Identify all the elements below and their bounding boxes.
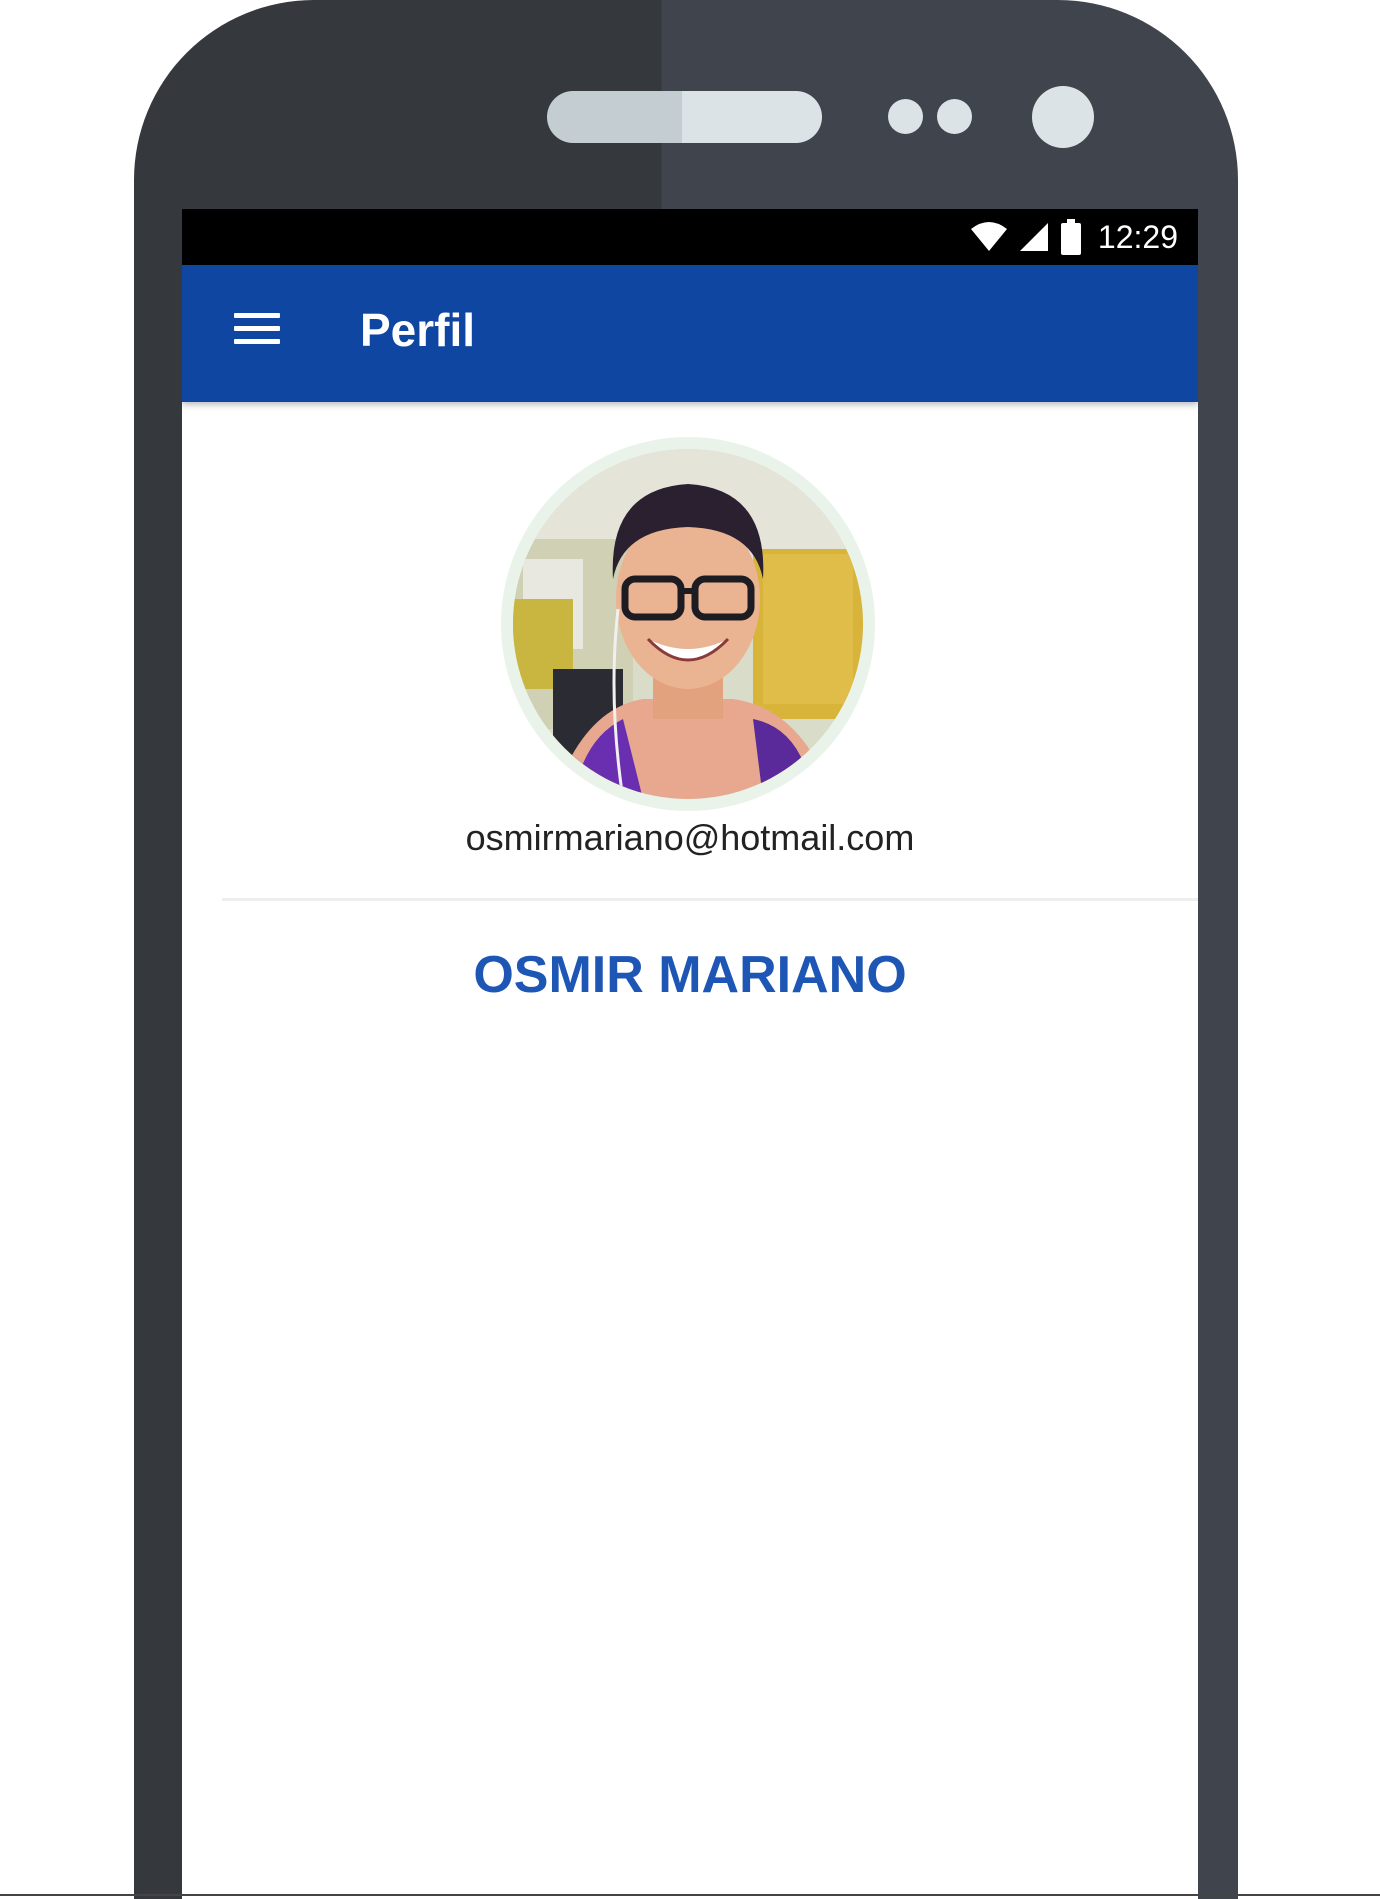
wifi-icon: [970, 222, 1007, 251]
battery-icon: [1060, 219, 1081, 255]
phone-front-camera: [1032, 86, 1094, 148]
phone-sensor-dot: [888, 99, 923, 134]
page: 12:29 Perfil osmirmariano@hotmail.com OS…: [0, 0, 1380, 1899]
menu-icon[interactable]: [234, 313, 282, 353]
phone-speaker: [547, 91, 822, 143]
page-title: Perfil: [360, 304, 476, 356]
status-bar: 12:29: [182, 209, 1198, 265]
divider: [222, 898, 1198, 901]
app-bar: Perfil: [182, 265, 1198, 402]
profile-email: osmirmariano@hotmail.com: [465, 817, 915, 858]
profile-name: OSMIR MARIANO: [473, 946, 907, 1004]
phone-sensor-dot: [937, 99, 972, 134]
cell-signal-icon: [1019, 223, 1048, 251]
avatar[interactable]: [513, 449, 863, 799]
status-time: 12:29: [1097, 218, 1178, 255]
status-icons: 12:29: [970, 209, 1178, 265]
avatar-photo: [513, 449, 863, 799]
phone-screen: 12:29 Perfil osmirmariano@hotmail.com OS…: [182, 209, 1198, 1899]
avatar-ring: [501, 437, 875, 811]
bottom-edge-line: [0, 1894, 1380, 1896]
